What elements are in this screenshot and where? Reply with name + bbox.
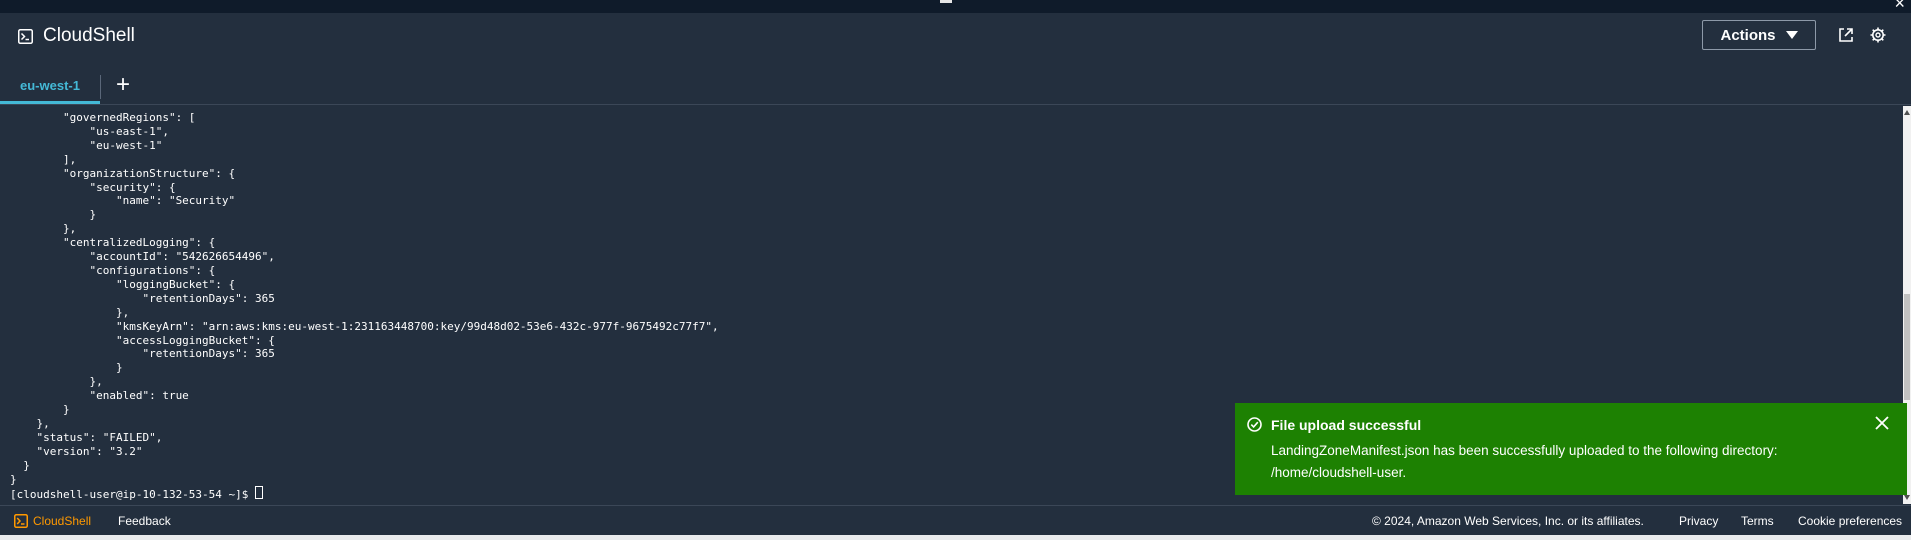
terminal-line: } [89,208,97,222]
terms-link[interactable]: Terms [1741,514,1774,528]
shell-prompt: [cloudshell-user@ip-10-132-53-54 ~]$ [10,488,256,502]
brand: CloudShell [18,25,135,47]
terminal-line: "security": { [89,180,176,194]
tab-eu-west-1[interactable]: eu-west-1 [0,69,100,104]
check-circle-icon [1247,417,1262,437]
terminal-line: "centralizedLogging": { [62,236,216,250]
terminal-line: "us-east-1", [89,124,169,138]
external-link-icon[interactable] [1837,26,1857,46]
feedback-link[interactable]: Feedback [118,514,171,528]
close-icon[interactable] [1874,415,1890,436]
terminal-line: }, [115,305,130,319]
tab-bar: eu-west-1 + [0,69,1911,105]
cookie-preferences-link[interactable]: Cookie preferences [1798,514,1902,528]
drag-handle[interactable] [940,0,952,3]
notification-title: File upload successful [1271,417,1422,433]
scroll-up-arrow-icon[interactable] [1904,110,1910,115]
terminal-line: "configurations": { [89,263,216,277]
terminal-line: }, [89,375,103,389]
actions-label: Actions [1720,26,1776,44]
terminal-line: "status": "FAILED", [36,430,163,444]
terminal-line: "loggingBucket": { [115,277,236,291]
terminal-output: "governedRegions": [ "us-east-1", "eu-we… [0,111,719,502]
terminal-line: } [115,361,123,375]
terminal-line: } [23,458,30,472]
add-tab-button[interactable]: + [116,71,130,99]
actions-button[interactable]: Actions [1702,20,1816,50]
terminal-line: } [62,403,70,417]
terminal-line: "accountId": "542626654496", [89,250,275,264]
tab-divider [100,75,101,99]
terminal-line: "name": "Security" [115,194,236,208]
terminal-line: "kmsKeyArn": "arn:aws:kms:eu-west-1:2311… [115,319,719,333]
terminal-line: "eu-west-1" [89,138,163,152]
bottom-edge [0,535,1911,540]
terminal-line: }, [36,416,50,430]
footer: CloudShell Feedback © 2024, Amazon Web S… [0,505,1911,535]
terminal-line: "retentionDays": 365 [142,347,275,361]
terminal-line: }, [62,222,77,236]
terminal-cursor [255,486,264,500]
scroll-down-arrow-icon[interactable] [1904,495,1910,500]
copyright-text: © 2024, Amazon Web Services, Inc. or its… [1372,514,1644,528]
app-title: CloudShell [43,25,135,46]
footer-cloudshell-link[interactable]: CloudShell [14,514,91,528]
notification-message: LandingZoneManifest.json has been succes… [1271,443,1778,480]
terminal-line: } [10,472,17,486]
cloudshell-icon [18,28,33,44]
privacy-link[interactable]: Privacy [1679,514,1718,528]
terminal-line: "governedRegions": [ [62,111,196,124]
cloudshell-icon [14,514,28,528]
success-notification: File upload successful LandingZoneManife… [1235,403,1907,495]
scrollbar-thumb[interactable] [1904,294,1910,400]
terminal-lines: "governedRegions": [ "us-east-1", "eu-we… [10,111,719,486]
terminal-line: "version": "3.2" [36,444,143,458]
footer-brand-label: CloudShell [33,514,92,528]
window-top-strip: × [0,0,1911,13]
terminal-line: "retentionDays": 365 [142,291,275,305]
app-header: CloudShell Actions [0,13,1911,69]
terminal-line: "enabled": true [89,389,189,403]
close-window-icon[interactable]: × [1894,0,1905,12]
terminal-line: "organizationStructure": { [62,166,236,180]
terminal-line: "accessLoggingBucket": { [115,333,275,347]
gear-icon[interactable] [1869,26,1889,46]
caret-down-icon [1785,31,1798,39]
terminal-line: ], [62,152,77,166]
